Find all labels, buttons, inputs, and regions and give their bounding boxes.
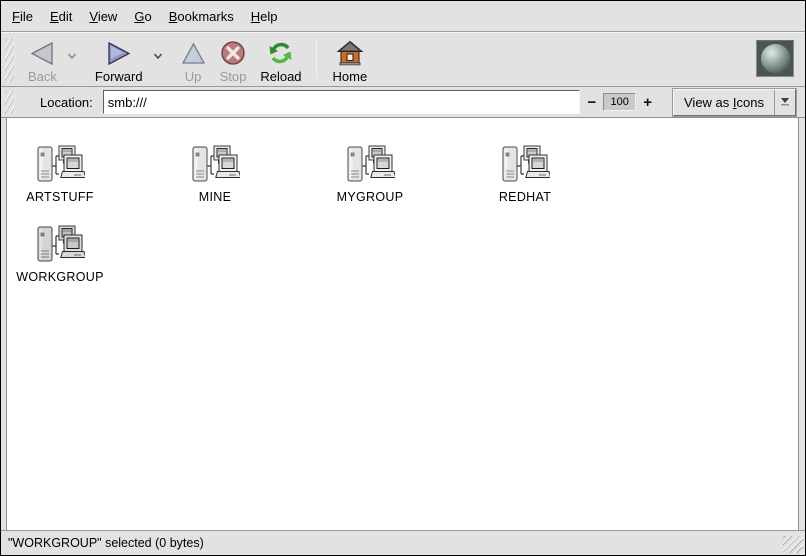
zoom-level-indicator[interactable]: 100: [603, 93, 636, 111]
reload-arrows-icon: [267, 40, 294, 66]
zoom-out-button[interactable]: −: [582, 94, 601, 111]
toolbar-separator: [316, 40, 317, 78]
home-house-icon: [336, 40, 364, 66]
view-as-label: View as Icons: [674, 95, 774, 110]
status-text: "WORKGROUP" selected (0 bytes): [8, 536, 204, 550]
view-as-dropdown[interactable]: View as Icons: [673, 89, 796, 116]
back-triangle-icon: [29, 40, 55, 66]
home-button[interactable]: Home: [326, 36, 375, 87]
menu-file[interactable]: File: [12, 9, 33, 24]
zoom-in-button[interactable]: +: [638, 94, 657, 111]
menu-go[interactable]: Go: [134, 9, 151, 24]
file-label: REDHAT: [499, 190, 551, 204]
menu-edit[interactable]: Edit: [50, 9, 72, 24]
up-triangle-icon: [181, 40, 206, 66]
stop-button[interactable]: Stop: [213, 36, 254, 87]
file-item-redhat[interactable]: REDHAT: [472, 144, 627, 204]
up-label: Up: [185, 69, 202, 84]
network-servers-icon: [500, 144, 550, 186]
file-item-workgroup[interactable]: WORKGROUP: [7, 224, 162, 284]
throbber: [756, 40, 794, 77]
menu-help[interactable]: Help: [251, 9, 278, 24]
network-servers-icon: [35, 224, 85, 266]
back-label: Back: [28, 69, 57, 84]
forward-button[interactable]: Forward: [88, 36, 150, 87]
back-history-dropdown[interactable]: [64, 52, 80, 60]
location-bar-drag-handle[interactable]: [5, 91, 14, 114]
menu-view[interactable]: View: [89, 9, 117, 24]
network-servers-icon: [345, 144, 395, 186]
toolbar-drag-handle[interactable]: [5, 38, 14, 82]
up-button[interactable]: Up: [174, 36, 213, 87]
forward-label: Forward: [95, 69, 143, 84]
dropdown-arrow-icon: [774, 90, 795, 115]
content-frame: ARTSTUFF MINE MYGROUP: [1, 118, 805, 530]
back-button[interactable]: Back: [21, 36, 64, 87]
icon-view[interactable]: ARTSTUFF MINE MYGROUP: [6, 118, 799, 530]
stop-label: Stop: [220, 69, 247, 84]
file-item-mine[interactable]: MINE: [162, 144, 317, 204]
network-servers-icon: [35, 144, 85, 186]
chevron-down-icon: [67, 52, 77, 60]
menu-bar: File Edit View Go Bookmarks Help: [1, 1, 805, 32]
file-label: ARTSTUFF: [26, 190, 93, 204]
menu-bookmarks[interactable]: Bookmarks: [169, 9, 234, 24]
icon-row: ARTSTUFF MINE MYGROUP: [7, 144, 798, 204]
resize-grip[interactable]: [783, 536, 803, 553]
chevron-down-icon: [153, 52, 163, 60]
file-label: WORKGROUP: [16, 270, 103, 284]
home-label: Home: [333, 69, 368, 84]
file-item-artstuff[interactable]: ARTSTUFF: [7, 144, 162, 204]
location-bar: Location: − 100 + View as Icons: [1, 87, 805, 118]
network-servers-icon: [190, 144, 240, 186]
forward-history-dropdown[interactable]: [150, 52, 166, 60]
file-manager-window: File Edit View Go Bookmarks Help Back: [0, 0, 806, 556]
file-item-mygroup[interactable]: MYGROUP: [317, 144, 472, 204]
reload-label: Reload: [260, 69, 301, 84]
reload-button[interactable]: Reload: [253, 36, 308, 87]
throbber-sphere-icon: [761, 44, 790, 73]
file-label: MINE: [199, 190, 231, 204]
forward-triangle-icon: [106, 40, 132, 66]
location-input[interactable]: [103, 90, 581, 114]
icon-row: WORKGROUP: [7, 224, 798, 284]
status-bar: "WORKGROUP" selected (0 bytes): [1, 530, 805, 555]
stop-x-icon: [220, 40, 246, 66]
location-label: Location:: [40, 95, 93, 110]
file-label: MYGROUP: [337, 190, 404, 204]
toolbar: Back Forward: [1, 32, 805, 87]
